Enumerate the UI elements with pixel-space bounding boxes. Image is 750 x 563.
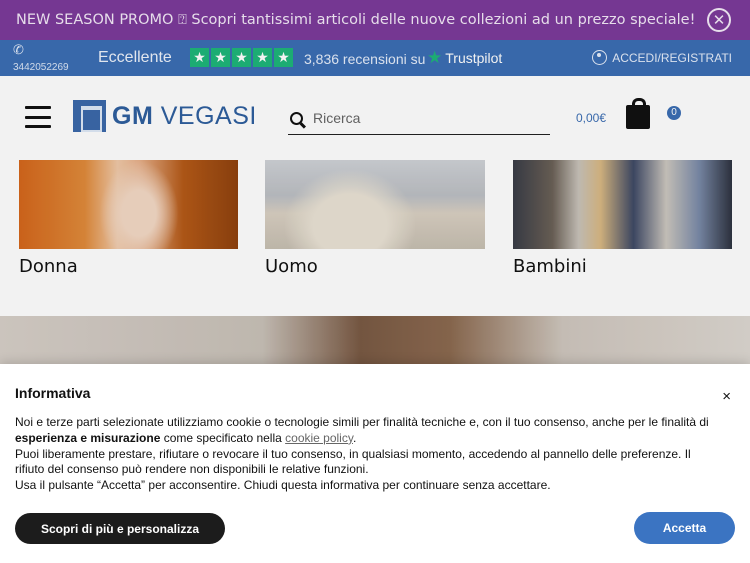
star-icon: ★	[211, 48, 230, 67]
star-icon: ★	[253, 48, 272, 67]
login-link[interactable]: ACCEDI/REGISTRATI	[592, 50, 732, 65]
star-icon: ★	[190, 48, 209, 67]
category-image[interactable]	[19, 160, 238, 249]
logo-mark-icon	[73, 100, 106, 132]
category-image[interactable]	[265, 160, 485, 249]
menu-icon[interactable]	[25, 106, 51, 128]
close-circle-icon[interactable]: ✕	[707, 8, 731, 32]
category-label[interactable]: Donna	[19, 256, 238, 277]
trustpilot-label: Trustpilot	[445, 50, 503, 66]
phone-contact[interactable]: ✆ 3442052269	[13, 42, 69, 74]
top-bar: ✆ 3442052269 Eccellente ★ ★ ★ ★ ★ 3,836 …	[0, 40, 750, 76]
category-image[interactable]	[513, 160, 732, 249]
cookie-text-line2: Puoi liberamente prestare, rifiutare o r…	[15, 446, 691, 477]
cart-total[interactable]: 0,00€	[576, 111, 606, 125]
category-donna[interactable]: Donna	[19, 160, 238, 277]
accept-button[interactable]: Accetta	[634, 512, 735, 544]
phone-icon: ✆	[13, 42, 24, 57]
cookie-policy-link[interactable]: cookie policy	[285, 431, 353, 445]
hero-banner[interactable]	[0, 316, 750, 364]
cookie-text-bold: esperienza e misurazione	[15, 430, 161, 445]
star-icon: ★	[232, 48, 251, 67]
star-icon: ★	[274, 48, 293, 67]
cookie-text-end: .	[352, 430, 357, 445]
cookie-banner: Informativa × Noi e terze parti selezion…	[0, 364, 750, 563]
login-label: ACCEDI/REGISTRATI	[612, 50, 732, 65]
close-icon[interactable]: ×	[722, 388, 731, 405]
cookie-text-mid: come specificato nella	[160, 430, 286, 445]
customize-button[interactable]: Scopri di più e personalizza	[15, 513, 225, 544]
user-icon	[592, 50, 608, 65]
category-label[interactable]: Uomo	[265, 256, 485, 277]
site-logo[interactable]: GM VEGASI	[73, 100, 257, 132]
promo-bar: NEW SEASON PROMO ⍰ Scopri tantissimi art…	[0, 0, 750, 40]
cookie-title: Informativa	[15, 385, 91, 401]
search-input[interactable]	[313, 110, 533, 126]
search-icon[interactable]	[290, 111, 303, 125]
trustpilot-logo[interactable]: ★ Trustpilot	[427, 48, 503, 67]
site-header: GM VEGASI 0,00€ 0	[0, 76, 750, 156]
promo-text: NEW SEASON PROMO ⍰ Scopri tantissimi art…	[16, 12, 696, 28]
logo-text: GM VEGASI	[112, 101, 257, 130]
category-bambini[interactable]: Bambini	[513, 160, 732, 277]
cookie-text-line3: Usa il pulsante “Accetta” per acconsenti…	[15, 478, 551, 493]
cookie-text: Noi e terze parti selezionate utilizziam…	[15, 415, 715, 494]
cookie-text-line1: Noi e terze parti selezionate utilizziam…	[15, 415, 709, 429]
phone-number: 3442052269	[13, 62, 69, 73]
cart-count-badge: 0	[667, 106, 681, 120]
trustpilot-stars: ★ ★ ★ ★ ★	[190, 48, 293, 67]
shopping-bag-icon[interactable]	[626, 98, 650, 129]
trustpilot-review-count[interactable]: 3,836 recensioni su	[304, 51, 425, 67]
search-bar	[288, 102, 550, 135]
trustpilot-star-icon: ★	[427, 48, 443, 67]
category-uomo[interactable]: Uomo	[265, 160, 485, 277]
trustpilot-rating-label: Eccellente	[98, 49, 172, 66]
category-label[interactable]: Bambini	[513, 256, 732, 277]
